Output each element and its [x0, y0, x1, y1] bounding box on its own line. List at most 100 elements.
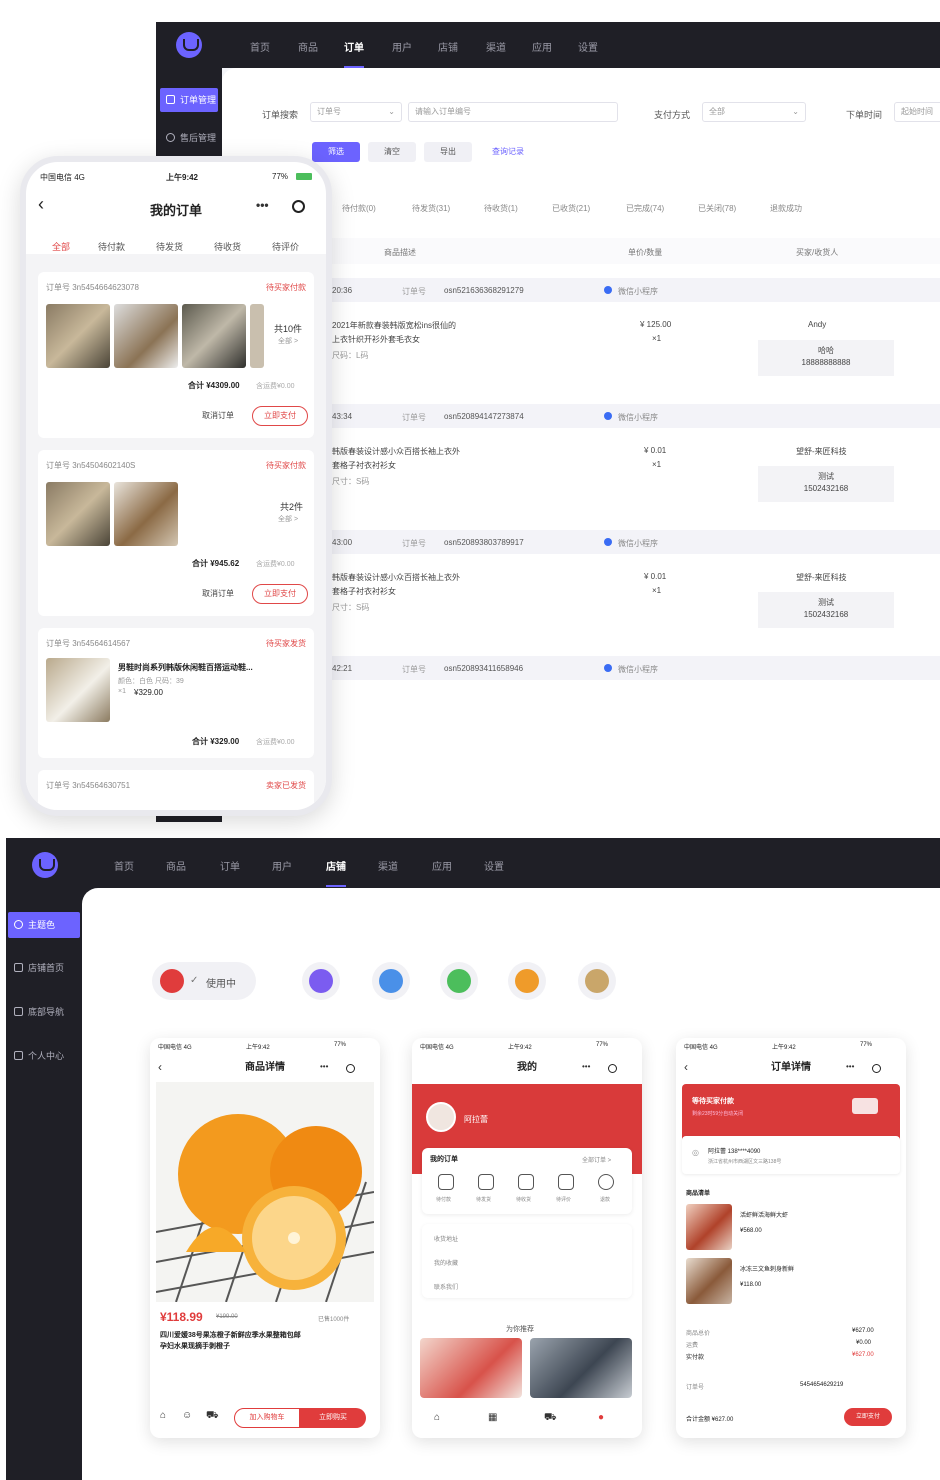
order-row[interactable]: 2021年新款春装韩版宽松ins很仙的 上衣针织开衫外套毛衣女 尺码：L码 ¥ … [322, 304, 940, 400]
cart-icon[interactable]: ⛟ [206, 1410, 219, 1423]
review-icon[interactable] [558, 1174, 574, 1190]
close-circle-icon[interactable] [608, 1064, 617, 1073]
start-date-input[interactable]: 起始时间 [894, 102, 940, 122]
order-row[interactable]: 韩版春装设计感小众百搭长袖上衣外 套格子衬衣衬衫女 尺寸：S码 ¥ 0.01 ×… [322, 430, 940, 526]
tab-pending-payment[interactable]: 待付款(0) [342, 203, 376, 214]
nav-item-channels[interactable]: 渠道 [486, 39, 506, 54]
view-all-link[interactable]: 全部 > [278, 514, 298, 524]
order-card[interactable]: 订单号 3n54564630751 卖家已发货 [38, 770, 314, 810]
recommend-image[interactable] [530, 1338, 632, 1398]
tab-refunded[interactable]: 退款成功 [770, 203, 802, 214]
tab-completed[interactable]: 已完成(74) [626, 203, 664, 214]
more-icon[interactable]: ••• [846, 1062, 854, 1071]
theme-swatch-orange[interactable] [515, 969, 539, 993]
theme-option[interactable] [302, 962, 340, 1000]
truck-icon[interactable] [518, 1174, 534, 1190]
sidebar-item-order-management[interactable]: 订单管理 [160, 88, 218, 112]
theme-option[interactable] [508, 962, 546, 1000]
menu-item-address[interactable]: 收货地址 [434, 1234, 458, 1243]
recommend-image[interactable] [420, 1338, 522, 1398]
menu-item-contact[interactable]: 联系我们 [434, 1282, 458, 1291]
close-circle-icon[interactable] [872, 1064, 881, 1073]
tab-pending-payment[interactable]: 待付款 [98, 240, 125, 253]
order-type-select[interactable]: 订单号 ⌄ [310, 102, 402, 122]
cart-icon[interactable]: ⛟ [544, 1412, 557, 1425]
theme-option[interactable] [578, 962, 616, 1000]
view-all-link[interactable]: 全部 > [278, 336, 298, 346]
more-icon[interactable]: ••• [320, 1062, 328, 1071]
wallet-icon[interactable] [438, 1174, 454, 1190]
theme-option[interactable] [440, 962, 478, 1000]
order-card[interactable]: 订单号 3n5454664623078 待买家付款 共10件 全部 > 合计 ¥… [38, 272, 314, 438]
close-circle-icon[interactable] [292, 200, 305, 213]
nav-item-settings[interactable]: 设置 [578, 39, 598, 54]
all-orders-link[interactable]: 全部订单 > [582, 1155, 611, 1164]
tab-all[interactable]: 全部 [52, 240, 70, 253]
profile-icon[interactable]: ● [598, 1412, 604, 1423]
order-card[interactable]: 订单号 3n54564614567 待买家发货 男鞋时尚系列韩版休闲鞋百搭运动鞋… [38, 628, 314, 758]
nav-item-home[interactable]: 首页 [250, 39, 270, 54]
nav-item-apps[interactable]: 应用 [432, 858, 452, 873]
nav-item-goods[interactable]: 商品 [166, 858, 186, 873]
menu-item-favorites[interactable]: 我的收藏 [434, 1258, 458, 1267]
tab-pending-shipment[interactable]: 待发货(31) [412, 203, 450, 214]
nav-item-store[interactable]: 店铺 [326, 858, 346, 887]
theme-swatch-blue[interactable] [379, 969, 403, 993]
theme-swatch-green[interactable] [447, 969, 471, 993]
tab-pending-shipment[interactable]: 待发货 [156, 240, 183, 253]
more-icon[interactable]: ••• [256, 198, 269, 212]
avatar[interactable] [426, 1102, 456, 1132]
package-icon[interactable] [478, 1174, 494, 1190]
cancel-order-button[interactable]: 取消订单 [190, 584, 246, 604]
tab-pending-receipt[interactable]: 待收货 [214, 240, 241, 253]
nav-item-users[interactable]: 用户 [392, 39, 412, 54]
category-icon[interactable]: ▦ [488, 1412, 497, 1423]
nav-item-orders[interactable]: 订单 [344, 39, 364, 68]
order-search-input[interactable]: 请输入订单编号 [408, 102, 618, 122]
nav-item-home[interactable]: 首页 [114, 858, 134, 873]
query-history-link[interactable]: 查询记录 [484, 142, 532, 162]
sidebar-item-profile[interactable]: 个人中心 [8, 1044, 80, 1068]
sidebar-item-theme-color[interactable]: 主题色 [8, 912, 80, 938]
home-icon[interactable]: ⌂ [434, 1412, 440, 1423]
pay-now-button[interactable]: 立即支付 [844, 1408, 892, 1426]
payment-method-select[interactable]: 全部 ⌄ [702, 102, 806, 122]
pay-now-button[interactable]: 立即支付 [252, 584, 308, 604]
sidebar-item-store-home[interactable]: 店铺首页 [8, 956, 80, 980]
export-button[interactable]: 导出 [424, 142, 472, 162]
add-to-cart-button[interactable]: 加入购物车 [234, 1408, 300, 1428]
pay-now-button[interactable]: 立即支付 [252, 406, 308, 426]
sidebar-item-after-sales[interactable]: 售后管理 [160, 126, 218, 150]
brand-logo-icon[interactable] [32, 852, 58, 878]
buy-now-button[interactable]: 立即购买 [300, 1408, 366, 1428]
tab-pending-receipt[interactable]: 待收货(1) [484, 203, 518, 214]
nav-item-users[interactable]: 用户 [272, 858, 292, 873]
nav-item-settings[interactable]: 设置 [484, 858, 504, 873]
tab-received[interactable]: 已收货(21) [552, 203, 590, 214]
tab-pending-review[interactable]: 待评价 [272, 240, 299, 253]
nav-item-orders[interactable]: 订单 [220, 858, 240, 873]
brand-logo-icon[interactable] [176, 32, 202, 58]
tab-closed[interactable]: 已关闭(78) [698, 203, 736, 214]
theme-swatch-red[interactable] [160, 969, 184, 993]
filter-button[interactable]: 筛选 [312, 142, 360, 162]
sidebar-item-bottom-nav[interactable]: 底部导航 [8, 1000, 80, 1024]
close-circle-icon[interactable] [346, 1064, 355, 1073]
theme-swatch-purple[interactable] [309, 969, 333, 993]
nav-item-store[interactable]: 店铺 [438, 39, 458, 54]
nav-item-goods[interactable]: 商品 [298, 39, 318, 54]
refund-icon[interactable] [598, 1174, 614, 1190]
active-theme-pill[interactable]: ✓ 使用中 [152, 962, 256, 1000]
nav-item-channels[interactable]: 渠道 [378, 858, 398, 873]
theme-swatch-gold[interactable] [585, 969, 609, 993]
theme-option[interactable] [372, 962, 410, 1000]
order-row[interactable]: 韩版春装设计感小众百搭长袖上衣外 套格子衬衣衬衫女 尺寸：S码 ¥ 0.01 ×… [322, 556, 940, 652]
address-card[interactable]: ◎ 阿拉蕾 138****4090 浙江省杭州市西湖区文三路138号 [682, 1136, 900, 1174]
service-icon[interactable]: ☺ [182, 1410, 192, 1421]
order-card[interactable]: 订单号 3n54504602140S 待买家付款 共2件 全部 > 合计 ¥94… [38, 450, 314, 616]
cancel-order-button[interactable]: 取消订单 [190, 406, 246, 426]
more-icon[interactable]: ••• [582, 1062, 590, 1071]
nav-item-apps[interactable]: 应用 [532, 39, 552, 54]
clear-button[interactable]: 清空 [368, 142, 416, 162]
home-icon[interactable]: ⌂ [160, 1410, 166, 1421]
